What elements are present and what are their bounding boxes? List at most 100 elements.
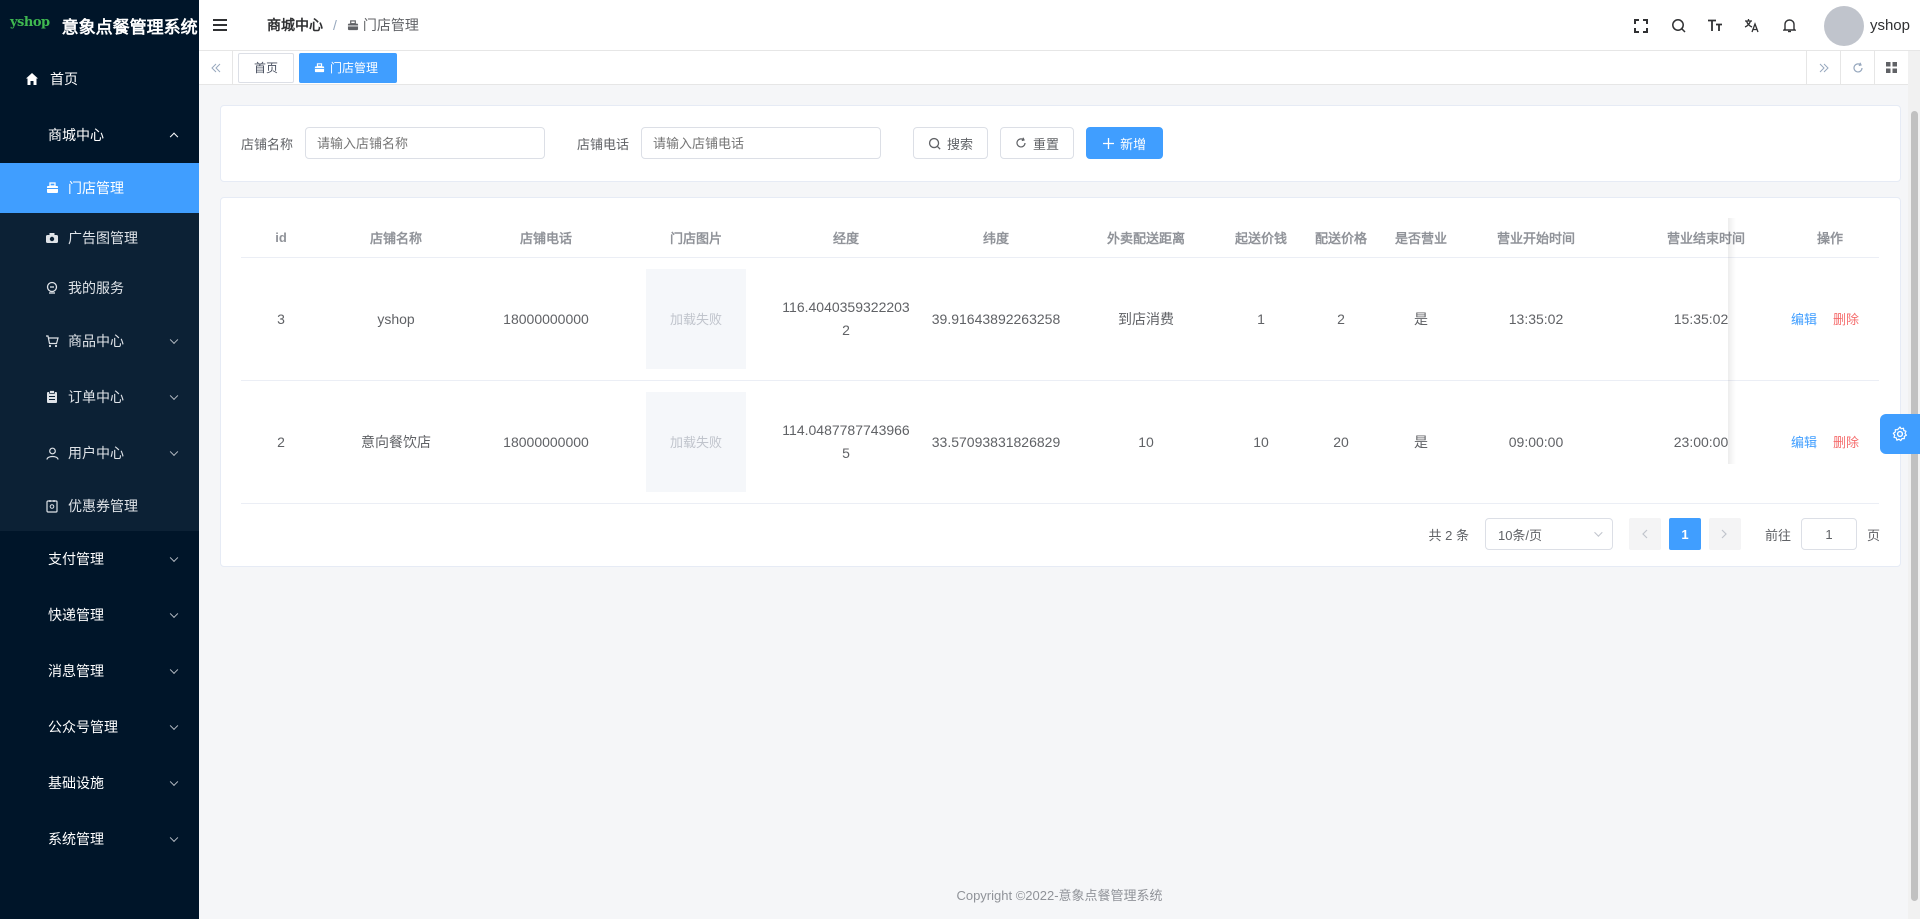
prev-page-button[interactable]	[1628, 518, 1661, 550]
sidebar-group-label: 消息管理	[48, 663, 104, 679]
chevron-down-icon	[169, 553, 179, 563]
page-size-select[interactable]: 10条/页	[1484, 518, 1613, 550]
header-actions: yshop	[1623, 0, 1910, 51]
brand-title: 意象点餐管理系统	[61, 18, 198, 37]
grid-icon	[1886, 62, 1897, 73]
sidebar-item-goods-center[interactable]: 商品中心	[0, 313, 199, 369]
cell-open: 是	[1414, 433, 1428, 450]
sidebar-item-home[interactable]: 首页	[0, 51, 199, 107]
username[interactable]: yshop	[1870, 17, 1910, 34]
search-button[interactable]: 搜索	[913, 127, 989, 159]
page-number[interactable]: 1	[1668, 518, 1701, 550]
table-header: id 店铺名称 店铺电话 门店图片 经度 纬度 外卖配送距离 起送价钱 配送价格…	[241, 218, 1879, 258]
column-header: 店铺名称	[369, 231, 422, 246]
cell-name: yshop	[377, 310, 415, 327]
store-phone-label: 店铺电话	[577, 136, 630, 152]
page-unit: 页	[1866, 527, 1880, 543]
search-form: 店铺名称 店铺电话 搜索 重置 新增	[241, 127, 1164, 159]
cell-start-time: 13:35:02	[1508, 310, 1564, 327]
sidebar-item-my-service[interactable]: 我的服务	[0, 263, 199, 313]
cell-min-price: 1	[1257, 310, 1265, 327]
cell-actions: 编辑 删除	[1761, 431, 1879, 454]
add-button[interactable]: 新增	[1086, 127, 1164, 159]
search-icon[interactable]	[1660, 0, 1697, 51]
chevron-down-icon	[169, 777, 179, 787]
vertical-scrollbar[interactable]	[1908, 51, 1920, 919]
sidebar-group-label: 快递管理	[48, 607, 104, 623]
delete-link[interactable]: 删除	[1833, 435, 1859, 450]
cell-longitude: 116.40403593222032	[782, 299, 910, 338]
tag-store-management[interactable]: 门店管理	[299, 52, 398, 83]
chevron-down-icon	[1594, 528, 1603, 537]
sidebar-group-express[interactable]: 快递管理	[0, 587, 199, 643]
tags-scroll-right-button[interactable]	[1806, 51, 1840, 84]
home-icon	[24, 72, 40, 86]
gear-icon	[1892, 426, 1907, 442]
plus-icon	[1103, 137, 1115, 149]
column-header: 是否营业	[1394, 231, 1447, 246]
cart-icon	[44, 334, 60, 348]
search-icon	[928, 137, 941, 150]
page-jumper: 前往 1 页	[1765, 518, 1880, 550]
store-icon	[44, 182, 60, 194]
store-phone-input[interactable]	[641, 127, 882, 159]
avatar[interactable]	[1823, 5, 1864, 46]
settings-drawer-button[interactable]	[1880, 414, 1920, 454]
sidebar-group-payment[interactable]: 支付管理	[0, 531, 199, 587]
edit-link[interactable]: 编辑	[1791, 312, 1817, 327]
cell-distance: 到店消费	[1118, 310, 1174, 327]
fullscreen-icon[interactable]	[1623, 0, 1660, 51]
cell-delivery-price: 20	[1333, 433, 1349, 450]
breadcrumb-current: 门店管理	[347, 15, 419, 35]
goto-page-input[interactable]: 1	[1800, 518, 1857, 550]
brand[interactable]: yshop 意象点餐管理系统	[0, 0, 199, 51]
translate-icon[interactable]	[1734, 0, 1771, 51]
breadcrumb-separator: /	[333, 17, 337, 33]
table-row: 2 意向餐饮店 18000000000 加载失败 114.04877877439…	[241, 381, 1879, 504]
cell-open: 是	[1414, 310, 1428, 327]
sidebar-group-message[interactable]: 消息管理	[0, 643, 199, 699]
refresh-tag-button[interactable]	[1840, 51, 1874, 84]
tags-scroll-left-button[interactable]	[199, 51, 233, 84]
scroll-thumb[interactable]	[1911, 111, 1918, 901]
bell-icon[interactable]	[1771, 0, 1808, 51]
cell-image: 加载失败	[621, 392, 771, 492]
chevron-up-icon	[169, 132, 179, 142]
column-header: 经度	[832, 231, 859, 246]
copyright-footer: Copyright ©2022-意象点餐管理系统	[956, 888, 1163, 903]
delete-link[interactable]: 删除	[1833, 312, 1859, 327]
next-page-button[interactable]	[1708, 518, 1741, 550]
cell-phone: 18000000000	[503, 310, 589, 327]
breadcrumb-parent[interactable]: 商城中心	[267, 15, 323, 35]
breadcrumb: 商城中心 / 门店管理	[267, 15, 419, 35]
sidebar-item-ad-banner[interactable]: 广告图管理	[0, 213, 199, 263]
cell-name: 意向餐饮店	[361, 433, 431, 450]
sidebar-group-wechat[interactable]: 公众号管理	[0, 699, 199, 755]
store-table: id 店铺名称 店铺电话 门店图片 经度 纬度 外卖配送距离 起送价钱 配送价格…	[241, 218, 1879, 504]
hamburger-icon[interactable]	[213, 19, 227, 31]
sidebar-item-coupon[interactable]: 优惠券管理	[0, 481, 199, 531]
sidebar-group-mall-center[interactable]: 商城中心	[0, 107, 199, 163]
cell-latitude: 33.57093831826829	[931, 433, 1061, 450]
sidebar-item-user-center[interactable]: 用户中心	[0, 425, 199, 481]
sidebar-group-label: 支付管理	[48, 551, 104, 567]
font-size-icon[interactable]	[1697, 0, 1734, 51]
tags-menu-button[interactable]	[1874, 51, 1908, 84]
cell-actions: 编辑 删除	[1761, 308, 1879, 331]
chevron-down-icon	[169, 833, 179, 843]
store-name-input[interactable]	[305, 127, 546, 159]
double-chevron-right-icon	[1819, 63, 1829, 72]
sidebar-group-system[interactable]: 系统管理	[0, 811, 199, 867]
sidebar-item-store-management[interactable]: 门店管理	[0, 163, 199, 213]
reset-button[interactable]: 重置	[1000, 127, 1075, 159]
column-header: 起送价钱	[1234, 231, 1287, 246]
edit-link[interactable]: 编辑	[1791, 435, 1817, 450]
brand-logo: yshop	[10, 15, 50, 30]
sidebar-item-label: 门店管理	[68, 180, 124, 196]
tag-home[interactable]: 首页	[238, 52, 295, 83]
sidebar-group-infra[interactable]: 基础设施	[0, 755, 199, 811]
search-card: 店铺名称 店铺电话 搜索 重置 新增	[220, 105, 1901, 182]
sidebar-group-label: 商城中心	[48, 127, 104, 143]
sidebar-item-order-center[interactable]: 订单中心	[0, 369, 199, 425]
tags-view-bar: 首页 门店管理	[199, 51, 1920, 85]
